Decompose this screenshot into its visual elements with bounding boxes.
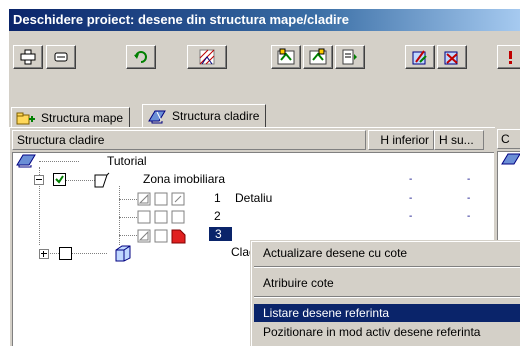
drawing-list-icon [342,49,357,65]
level-1-h-superior: - [467,193,471,204]
tree-connector [119,217,137,218]
more-button[interactable] [497,45,520,69]
building-structure-icon [148,110,166,124]
remove-button[interactable] [46,45,76,69]
collapse-toggle[interactable] [34,175,44,185]
tab-label: Structura cladire [172,109,260,123]
hatch-drawing-icon [199,49,215,65]
zone-h-inferior: - [409,174,413,185]
tab-structura-cladire[interactable]: Structura cladire [142,104,267,127]
level-3-number[interactable]: 3 [209,227,232,241]
level-2-h-superior: - [467,211,471,222]
refresh-button[interactable] [126,45,156,69]
level-1-label[interactable]: Detaliu [235,191,272,205]
level-1-h-inferior: - [409,193,413,204]
level-1-number[interactable]: 1 [214,191,221,205]
add-plus-icon [20,49,36,65]
building-root-icon [16,154,36,168]
tree-connector [119,186,120,245]
building-root-icon [501,153,520,165]
zone-icon [94,172,110,188]
level-3-status-icons [137,229,186,244]
zone-h-superior: - [467,174,471,185]
menu-separator [254,266,520,268]
tree-connector [39,161,79,162]
building-edit-icon [412,50,427,65]
building-block-icon [115,245,131,262]
column-header-structura[interactable]: Structura cladire [12,130,366,150]
check-icon [55,175,64,184]
drawing-list-button[interactable] [335,45,365,69]
hatch-drawing-button[interactable] [187,45,227,69]
insert-drawing-icon [277,48,295,65]
building-remove-button[interactable] [437,45,467,69]
menu-item-listare-desene[interactable]: Listare desene referinta [254,304,520,322]
folder-structure-icon [16,112,35,124]
insert-drawing-button[interactable] [271,45,301,69]
column-header-h-superior[interactable]: H su... [434,130,484,150]
expand-toggle[interactable] [39,249,49,259]
zone-checkbox[interactable] [53,173,66,186]
level-2-status-icons [137,210,185,224]
building-edit-button[interactable] [405,45,435,69]
insert-drawing-2-button[interactable] [303,45,333,69]
window-title: Deschidere proiect: desene din structura… [9,9,520,31]
insert-drawing-2-icon [309,48,327,65]
tree-zone-label[interactable]: Zona imobiliara [143,172,225,186]
tab-strip: Structura mape Structura cladire [9,103,520,127]
tree-root-label[interactable]: Tutorial [107,154,147,168]
more-icon [509,51,512,64]
tree-connector [45,253,107,254]
secondary-column-header[interactable]: C [497,129,520,149]
context-menu: Actualizare desene cu cote Atribuire cot… [250,240,520,346]
level-1-status-icons [137,192,185,206]
building-checkbox[interactable] [59,247,72,260]
tab-structura-mape[interactable]: Structura mape [11,107,131,127]
refresh-icon [134,51,147,63]
menu-item-atribuire-cote[interactable]: Atribuire cote [254,274,520,292]
toolbar [9,33,520,85]
building-remove-icon [444,51,458,65]
add-button[interactable] [13,45,43,69]
minus-tool-icon [54,52,68,62]
menu-separator [254,296,520,298]
level-2-h-inferior: - [409,211,413,222]
column-header-h-inferior[interactable]: H inferior [368,130,434,150]
level-2-number[interactable]: 2 [214,209,221,223]
menu-item-actualizare[interactable]: Actualizare desene cu cote [254,244,520,262]
menu-item-pozitionare[interactable]: Pozitionare in mod activ desene referint… [254,323,520,341]
tree-connector [119,199,137,200]
tab-label: Structura mape [41,110,124,125]
tree-connector [119,235,137,236]
